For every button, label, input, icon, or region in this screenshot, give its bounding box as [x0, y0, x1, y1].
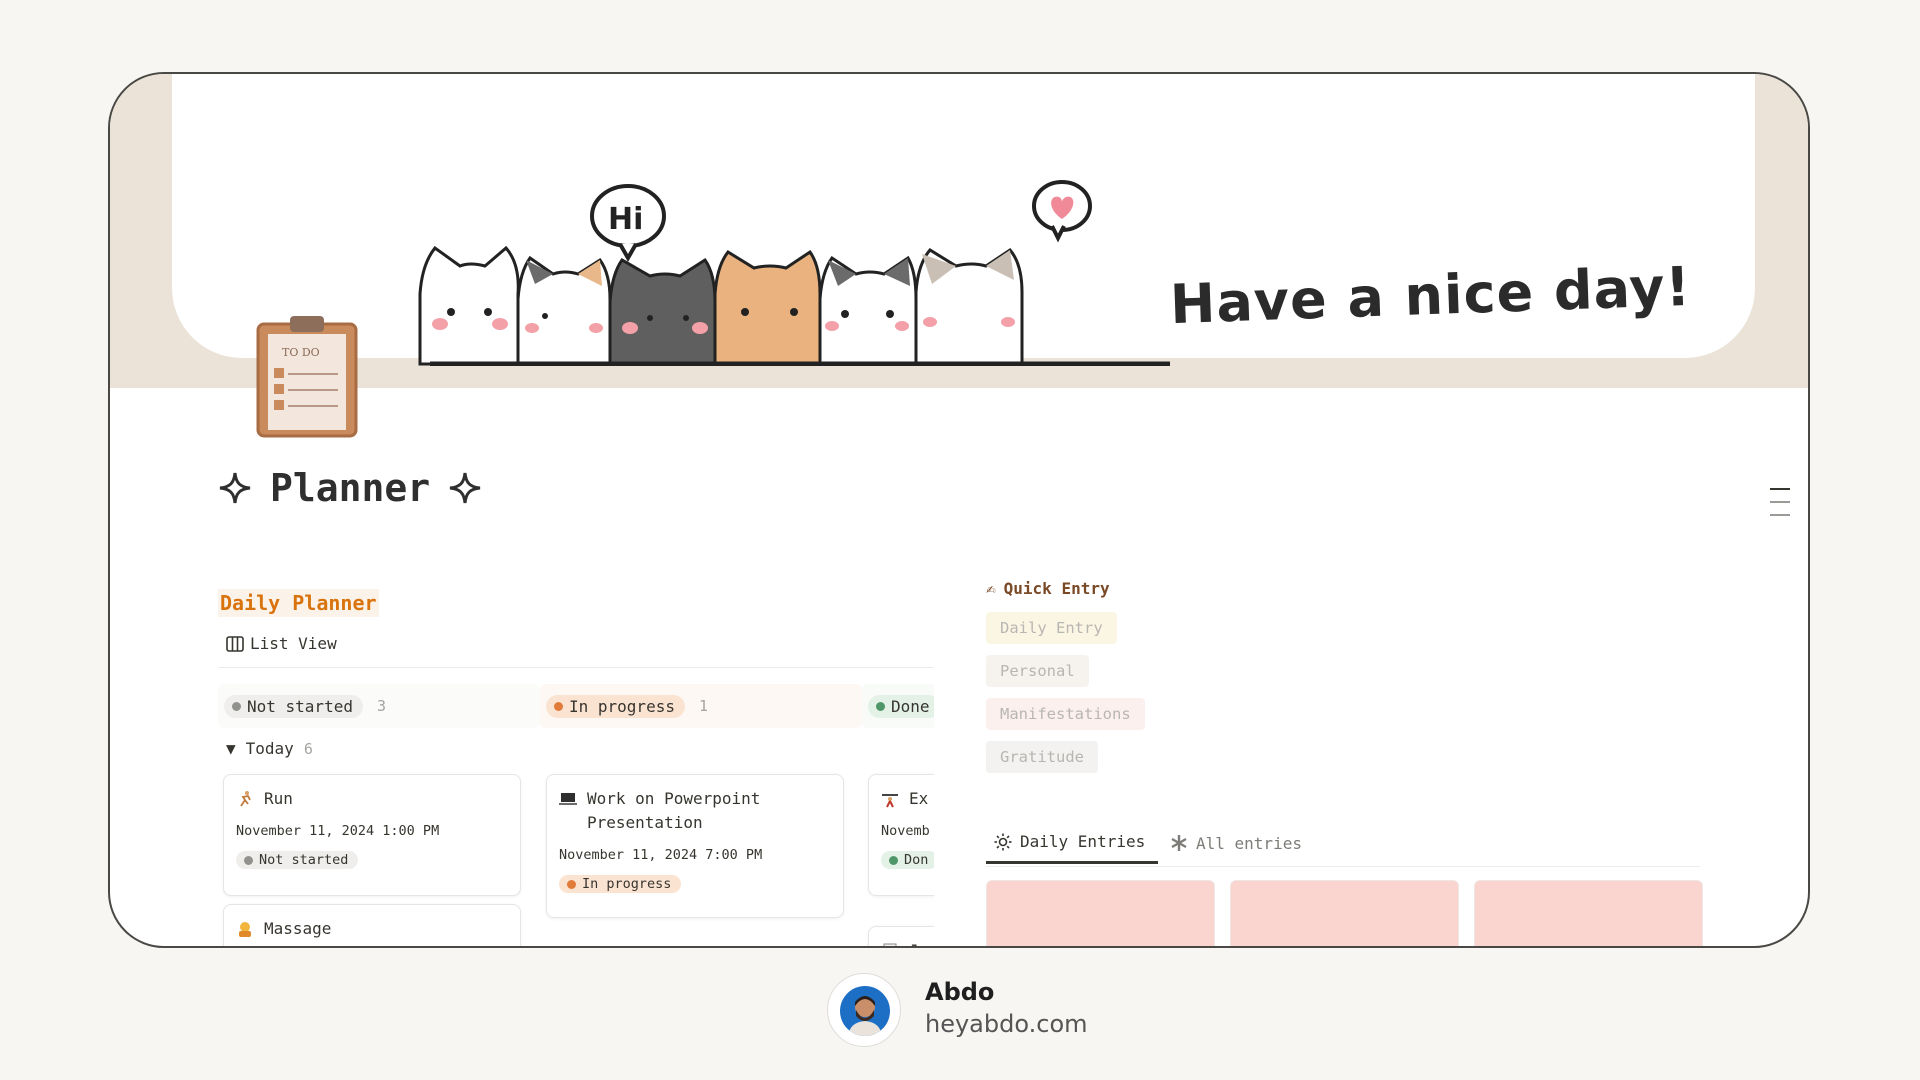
column-header-not-started[interactable]: Not started 3 — [218, 684, 540, 728]
task-card[interactable]: Ex Novemb Don — [868, 774, 934, 896]
manifestations-button[interactable]: Manifestations — [986, 698, 1145, 730]
task-card[interactable]: Jo — [868, 926, 934, 946]
column-header-in-progress[interactable]: In progress 1 — [540, 684, 862, 728]
group-count: 6 — [303, 739, 313, 758]
entries-view-tabs: Daily Entries All entries — [986, 822, 1700, 867]
notion-page-frame: Hi Have a nice day! TO DO Planner Daily … — [108, 72, 1810, 948]
gallery-card[interactable] — [1230, 880, 1459, 946]
gallery-card[interactable] — [1474, 880, 1703, 946]
status-pill: In progress — [546, 694, 685, 718]
collapse-triangle-icon[interactable]: ▼ — [226, 739, 236, 758]
card-date: November 11, 2024 7:00 PM — [559, 847, 763, 863]
card-title: Run — [264, 789, 293, 808]
writing-hand-icon: ✍ — [986, 579, 996, 598]
card-title: Massage — [264, 919, 332, 938]
card-date: November 11, 2024 1:00 PM — [236, 823, 440, 839]
table-of-contents-toggle[interactable] — [1770, 488, 1790, 527]
column-count: 3 — [376, 697, 386, 715]
status-dot — [876, 701, 885, 711]
author-website[interactable]: heyabdo.com — [925, 1010, 1088, 1038]
asterisk-icon — [1171, 835, 1187, 851]
author-avatar — [827, 973, 901, 1047]
journal-icon — [883, 943, 897, 946]
weightlifting-icon — [882, 794, 898, 808]
sun-icon — [994, 833, 1012, 850]
column-count: 1 — [698, 697, 708, 715]
status-pill: Done — [868, 694, 934, 718]
column-header-done[interactable]: Done — [862, 684, 934, 728]
daily-entry-button[interactable]: Daily Entry — [986, 612, 1117, 644]
cats-illustration: Hi — [418, 180, 1170, 366]
massage-icon — [239, 922, 251, 937]
status-pill: Not started — [224, 694, 363, 718]
card-title: Work on Powerpoint Presentation — [587, 789, 761, 832]
running-icon — [240, 791, 251, 807]
status-badge: Don — [881, 851, 934, 869]
card-date: Novemb — [881, 823, 930, 839]
tab-daily-entries[interactable]: Daily Entries — [986, 822, 1158, 864]
status-badge: In progress — [559, 875, 682, 893]
list-view-tab[interactable]: List View — [226, 634, 337, 653]
speech-bubble-heart — [1032, 180, 1092, 243]
page-title-text: Planner — [270, 466, 431, 510]
cover-banner: Hi Have a nice day! — [110, 74, 1808, 388]
divider — [218, 667, 934, 668]
gratitude-button[interactable]: Gratitude — [986, 741, 1098, 773]
status-dot — [554, 701, 563, 711]
clipboard-icon: TO DO — [256, 316, 358, 438]
kanban-board: Not started 3 In progress 1 Done ▼ Today… — [218, 674, 934, 946]
sparkle-icon — [219, 472, 251, 504]
card-title: Ex — [909, 789, 929, 808]
page-title: Planner — [218, 466, 482, 510]
speech-bubble-hi: Hi — [590, 184, 666, 263]
avatar — [840, 986, 890, 1036]
tab-all-entries[interactable]: All entries — [1170, 822, 1302, 864]
author-name: Abdo — [925, 978, 995, 1006]
group-label: Today — [245, 739, 294, 758]
quick-entry-heading: ✍ Quick Entry — [986, 579, 1110, 598]
task-card[interactable]: Massage — [223, 904, 521, 946]
card-title: Jo — [909, 939, 928, 946]
group-today[interactable]: ▼ Today 6 — [226, 739, 313, 758]
svg-text:Hi: Hi — [608, 202, 643, 237]
laptop-icon — [559, 793, 577, 805]
svg-text:TO DO: TO DO — [282, 346, 320, 359]
status-badge: Not started — [236, 851, 359, 869]
status-dot — [232, 701, 241, 711]
sparkle-icon — [449, 472, 481, 504]
task-card[interactable]: Run November 11, 2024 1:00 PM Not starte… — [223, 774, 521, 896]
daily-planner-heading: Daily Planner — [218, 589, 379, 617]
gallery-card[interactable] — [986, 880, 1215, 946]
view-label: List View — [250, 634, 337, 653]
personal-button[interactable]: Personal — [986, 655, 1089, 687]
task-card[interactable]: Work on Powerpoint Presentation November… — [546, 774, 844, 918]
board-view-icon — [226, 635, 244, 652]
